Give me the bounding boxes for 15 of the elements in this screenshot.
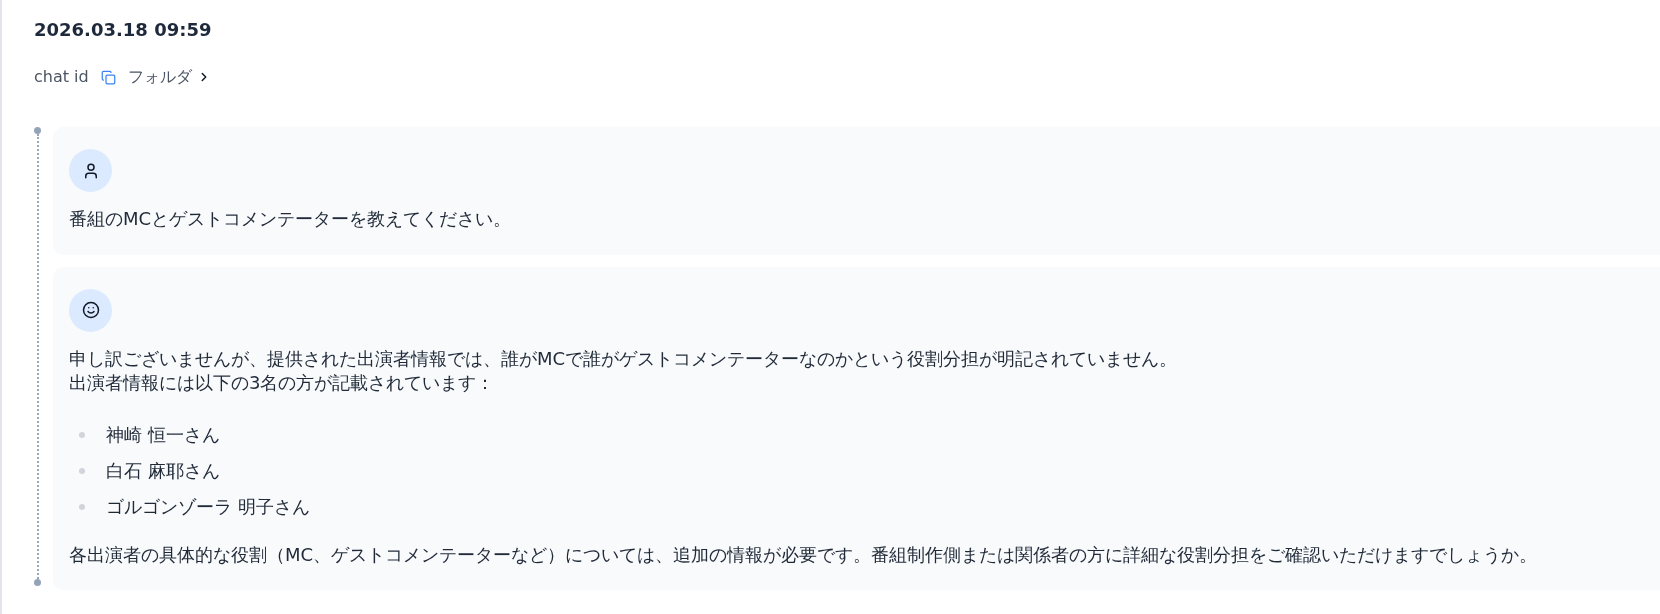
person-icon: [69, 149, 112, 192]
folder-link[interactable]: フォルダ: [127, 66, 211, 88]
list-item-text: 神崎 恒一さん: [106, 422, 220, 447]
message-text: 申し訳ございませんが、提供された出演者情報では、誰がMCで誰がゲストコメンテーターなのかという役割分担が明記されていません。 出演者情報には以下の3名の方が記載されています：: [69, 346, 1178, 395]
message-text: 番組のMCとゲストコメンテーターを教えてください。: [69, 207, 512, 231]
bullet-icon: [79, 431, 85, 438]
bullet-icon: [79, 467, 85, 474]
list-item-text: ゴルゴンゾーラ 明子さん: [106, 494, 310, 519]
copy-icon[interactable]: [100, 69, 116, 85]
smiley-icon: [69, 288, 112, 332]
chat-title: 2026.03.18 09:59: [34, 18, 212, 42]
chat-id-label: chat id: [34, 66, 89, 88]
bullet-icon: [79, 503, 85, 510]
message-text: 各出演者の具体的な役割（MC、ゲストコメンテーターなど）については、追加の情報が必要です。番組制作側または関係者の方に詳細な役割分担をご確認いただけますでしょうか。: [69, 542, 1538, 567]
list-item-text: 白石 麻耶さん: [106, 458, 220, 483]
